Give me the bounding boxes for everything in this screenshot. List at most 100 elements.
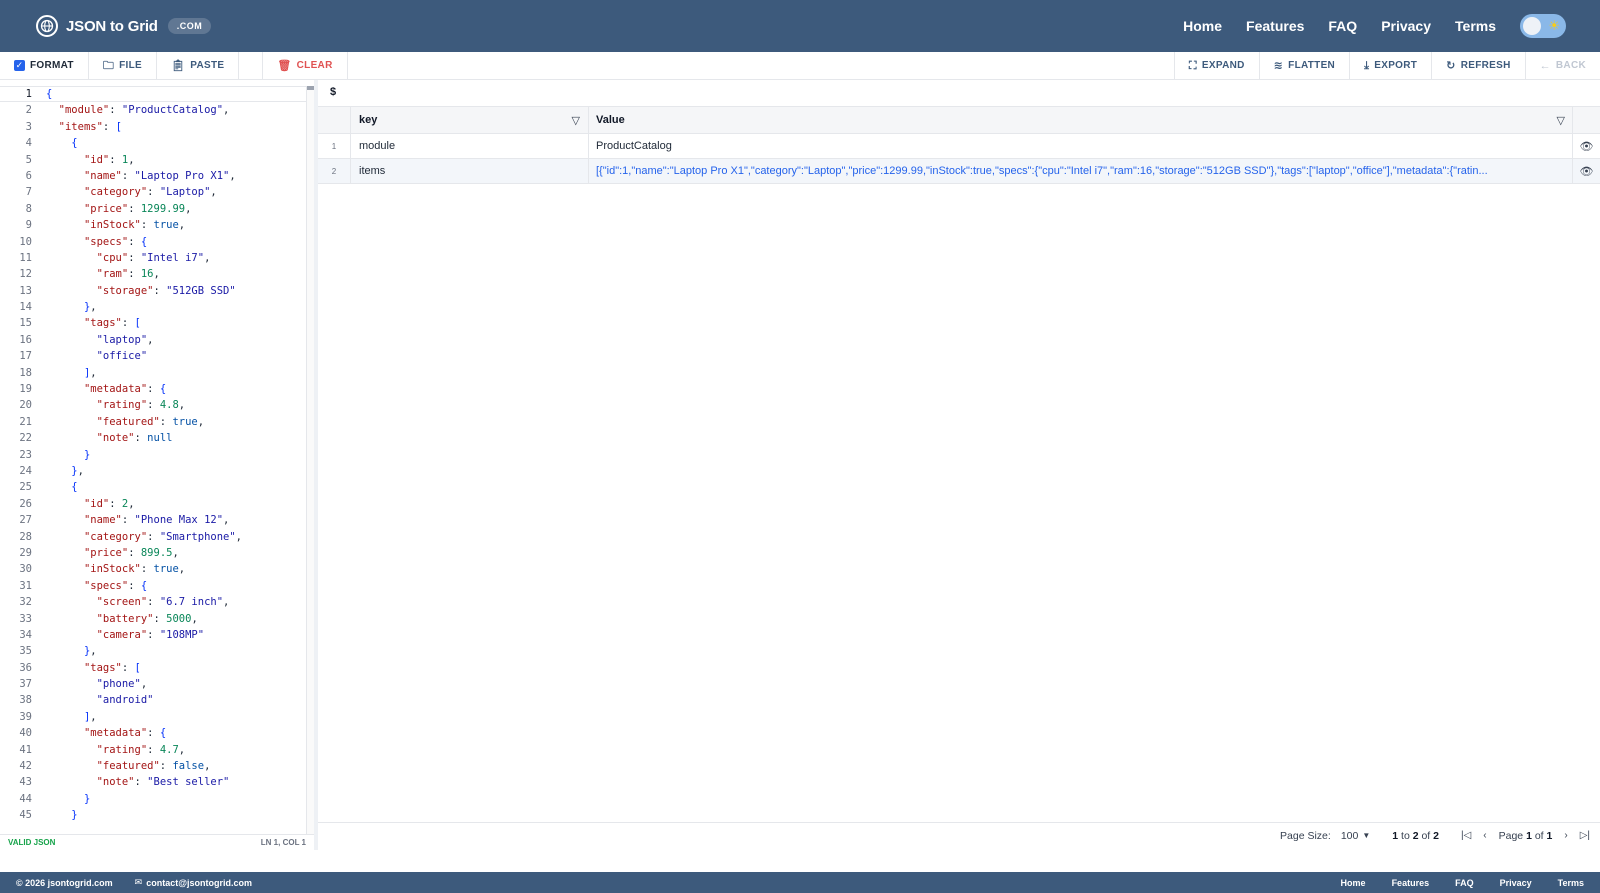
value-column-header[interactable]: Value ▽ bbox=[588, 107, 1572, 133]
globe-logo-icon bbox=[36, 15, 58, 37]
filter-icon[interactable]: ▽ bbox=[1557, 114, 1565, 127]
refresh-icon: ↻ bbox=[1446, 59, 1456, 72]
code-line: "rating": 4.7, bbox=[96, 743, 186, 756]
line-number: 40 bbox=[19, 727, 32, 740]
action-column-header bbox=[1572, 107, 1600, 133]
code-line: "featured": true, bbox=[96, 415, 205, 428]
brand[interactable]: JSON to Grid .COM bbox=[36, 15, 212, 37]
footer-link-faq[interactable]: FAQ bbox=[1455, 878, 1474, 888]
line-number: 9 bbox=[25, 219, 32, 232]
nav-features[interactable]: Features bbox=[1246, 18, 1304, 34]
row-value[interactable]: [{"id":1,"name":"Laptop Pro X1","categor… bbox=[588, 159, 1572, 183]
row-key: module bbox=[350, 134, 588, 158]
layers-icon: ≋ bbox=[1273, 59, 1284, 72]
footer-link-terms[interactable]: Terms bbox=[1558, 878, 1584, 888]
cursor-position: LN 1, COL 1 bbox=[260, 838, 306, 847]
flatten-button[interactable]: ≋ FLATTEN bbox=[1258, 52, 1349, 79]
line-number: 3 bbox=[25, 120, 32, 133]
footer-link-home[interactable]: Home bbox=[1341, 878, 1366, 888]
view-button[interactable]: 👁︎ bbox=[1572, 159, 1600, 183]
refresh-button[interactable]: ↻ REFRESH bbox=[1431, 52, 1524, 79]
back-button[interactable]: ← BACK bbox=[1524, 52, 1600, 79]
json-editor[interactable]: 1 2 3 4 5 6 7 8 9 10 11 12 13 14 15 16 17 18 19 20 21 22 23 24 2… bbox=[0, 86, 314, 834]
line-number: 10 bbox=[19, 235, 32, 248]
clear-button[interactable]: 🗑︎ CLEAR bbox=[263, 52, 348, 79]
page-size-control: Page Size: 100 ▼ bbox=[1280, 828, 1374, 844]
nav-terms[interactable]: Terms bbox=[1455, 18, 1496, 34]
theme-toggle[interactable]: ☀ bbox=[1520, 14, 1566, 38]
mail-icon: ✉ bbox=[134, 877, 143, 887]
export-button[interactable]: ⤓ EXPORT bbox=[1349, 52, 1431, 79]
line-number: 1 bbox=[25, 88, 32, 100]
eye-icon: 👁︎ bbox=[1579, 140, 1594, 153]
row-range: 1 to 2 of 2 bbox=[1392, 829, 1439, 842]
line-number: 41 bbox=[19, 743, 32, 756]
code-line: "screen": "6.7 inch", bbox=[96, 596, 230, 609]
grid-path: $ bbox=[330, 86, 337, 98]
arrow-left-icon: ← bbox=[1539, 59, 1551, 72]
line-number: 16 bbox=[19, 333, 32, 346]
row-value-link[interactable]: [{"id":1,"name":"Laptop Pro X1","categor… bbox=[596, 165, 1488, 177]
filter-icon[interactable]: ▽ bbox=[572, 114, 580, 127]
next-page-icon[interactable]: › bbox=[1564, 830, 1567, 841]
view-button[interactable]: 👁︎ bbox=[1572, 134, 1600, 158]
expand-label: EXPAND bbox=[1201, 60, 1245, 71]
line-number-gutter: 1 2 3 4 5 6 7 8 9 10 11 12 13 14 15 16 17 18 19 20 21 22 23 24 2… bbox=[0, 86, 46, 824]
expand-icon: ⛶ bbox=[1188, 59, 1197, 72]
code-line: } bbox=[71, 809, 78, 822]
format-toggle[interactable]: ✓ FORMAT bbox=[0, 52, 89, 79]
code-line: ], bbox=[83, 366, 97, 379]
caret-down-icon: ▼ bbox=[1362, 831, 1371, 840]
page-size-label: Page Size: bbox=[1280, 829, 1331, 842]
code-line: "category": "Smartphone", bbox=[83, 530, 242, 543]
last-page-icon[interactable]: ▷| bbox=[1580, 830, 1590, 841]
editor-scrollbar[interactable] bbox=[306, 86, 314, 834]
file-label: FILE bbox=[119, 60, 143, 71]
validity-status: VALID JSON bbox=[8, 838, 56, 847]
line-number: 6 bbox=[25, 169, 32, 182]
table-row[interactable]: 2 items [{"id":1,"name":"Laptop Pro X1",… bbox=[318, 159, 1600, 184]
line-number: 18 bbox=[19, 366, 32, 379]
line-number: 23 bbox=[19, 448, 32, 461]
main-nav: Home Features FAQ Privacy Terms bbox=[1183, 18, 1496, 34]
data-grid: key ▽ Value ▽ 1 module ProductCatalog 👁︎… bbox=[318, 106, 1600, 184]
key-column-header[interactable]: key ▽ bbox=[350, 107, 588, 133]
toolbar: ✓ FORMAT 🗀 FILE 📋︎ PASTE 🗑︎ CLEAR ⛶ EXPA… bbox=[0, 52, 1600, 80]
code-line: "price": 1299.99, bbox=[83, 202, 192, 215]
page-size-select[interactable]: 100 ▼ bbox=[1337, 828, 1374, 844]
line-number: 42 bbox=[19, 760, 32, 773]
email-link[interactable]: ✉ contact@jsontogrid.com bbox=[135, 877, 252, 888]
code-line: }, bbox=[83, 645, 97, 658]
line-number: 22 bbox=[19, 432, 32, 445]
range-total: 2 bbox=[1433, 829, 1439, 842]
clear-label: CLEAR bbox=[296, 60, 333, 71]
scrollbar-thumb[interactable] bbox=[307, 86, 314, 90]
paste-button[interactable]: 📋︎ PASTE bbox=[157, 52, 240, 79]
footer-link-features[interactable]: Features bbox=[1392, 878, 1430, 888]
line-number: 43 bbox=[19, 776, 32, 789]
file-button[interactable]: 🗀 FILE bbox=[89, 52, 158, 79]
nav-faq[interactable]: FAQ bbox=[1328, 18, 1357, 34]
nav-privacy[interactable]: Privacy bbox=[1381, 18, 1431, 34]
expand-button[interactable]: ⛶ EXPAND bbox=[1173, 52, 1259, 79]
line-number: 37 bbox=[19, 678, 32, 691]
line-number: 2 bbox=[25, 104, 32, 117]
export-label: EXPORT bbox=[1374, 60, 1418, 71]
code-line: } bbox=[83, 448, 91, 461]
code-line: }, bbox=[71, 464, 84, 477]
page-navigation: |◁ ‹ Page 1 of 1 › ▷| bbox=[1461, 830, 1590, 842]
prev-page-icon[interactable]: ‹ bbox=[1483, 830, 1486, 841]
first-page-icon[interactable]: |◁ bbox=[1461, 830, 1471, 841]
line-number: 26 bbox=[19, 497, 32, 510]
page-total: 1 bbox=[1546, 829, 1553, 842]
code-area[interactable]: { "module": "ProductCatalog", "items": [… bbox=[46, 86, 308, 824]
nav-home[interactable]: Home bbox=[1183, 18, 1222, 34]
row-value-text: ProductCatalog bbox=[596, 140, 672, 152]
footer-link-privacy[interactable]: Privacy bbox=[1500, 878, 1532, 888]
grid-panel: $ key ▽ Value ▽ 1 module ProductCatalog … bbox=[318, 80, 1600, 850]
table-row[interactable]: 1 module ProductCatalog 👁︎ bbox=[318, 134, 1600, 159]
value-column-label: Value bbox=[596, 114, 625, 126]
line-number: 45 bbox=[19, 809, 32, 822]
line-number: 25 bbox=[19, 481, 32, 494]
page-indicator: Page 1 of 1 bbox=[1498, 829, 1553, 842]
